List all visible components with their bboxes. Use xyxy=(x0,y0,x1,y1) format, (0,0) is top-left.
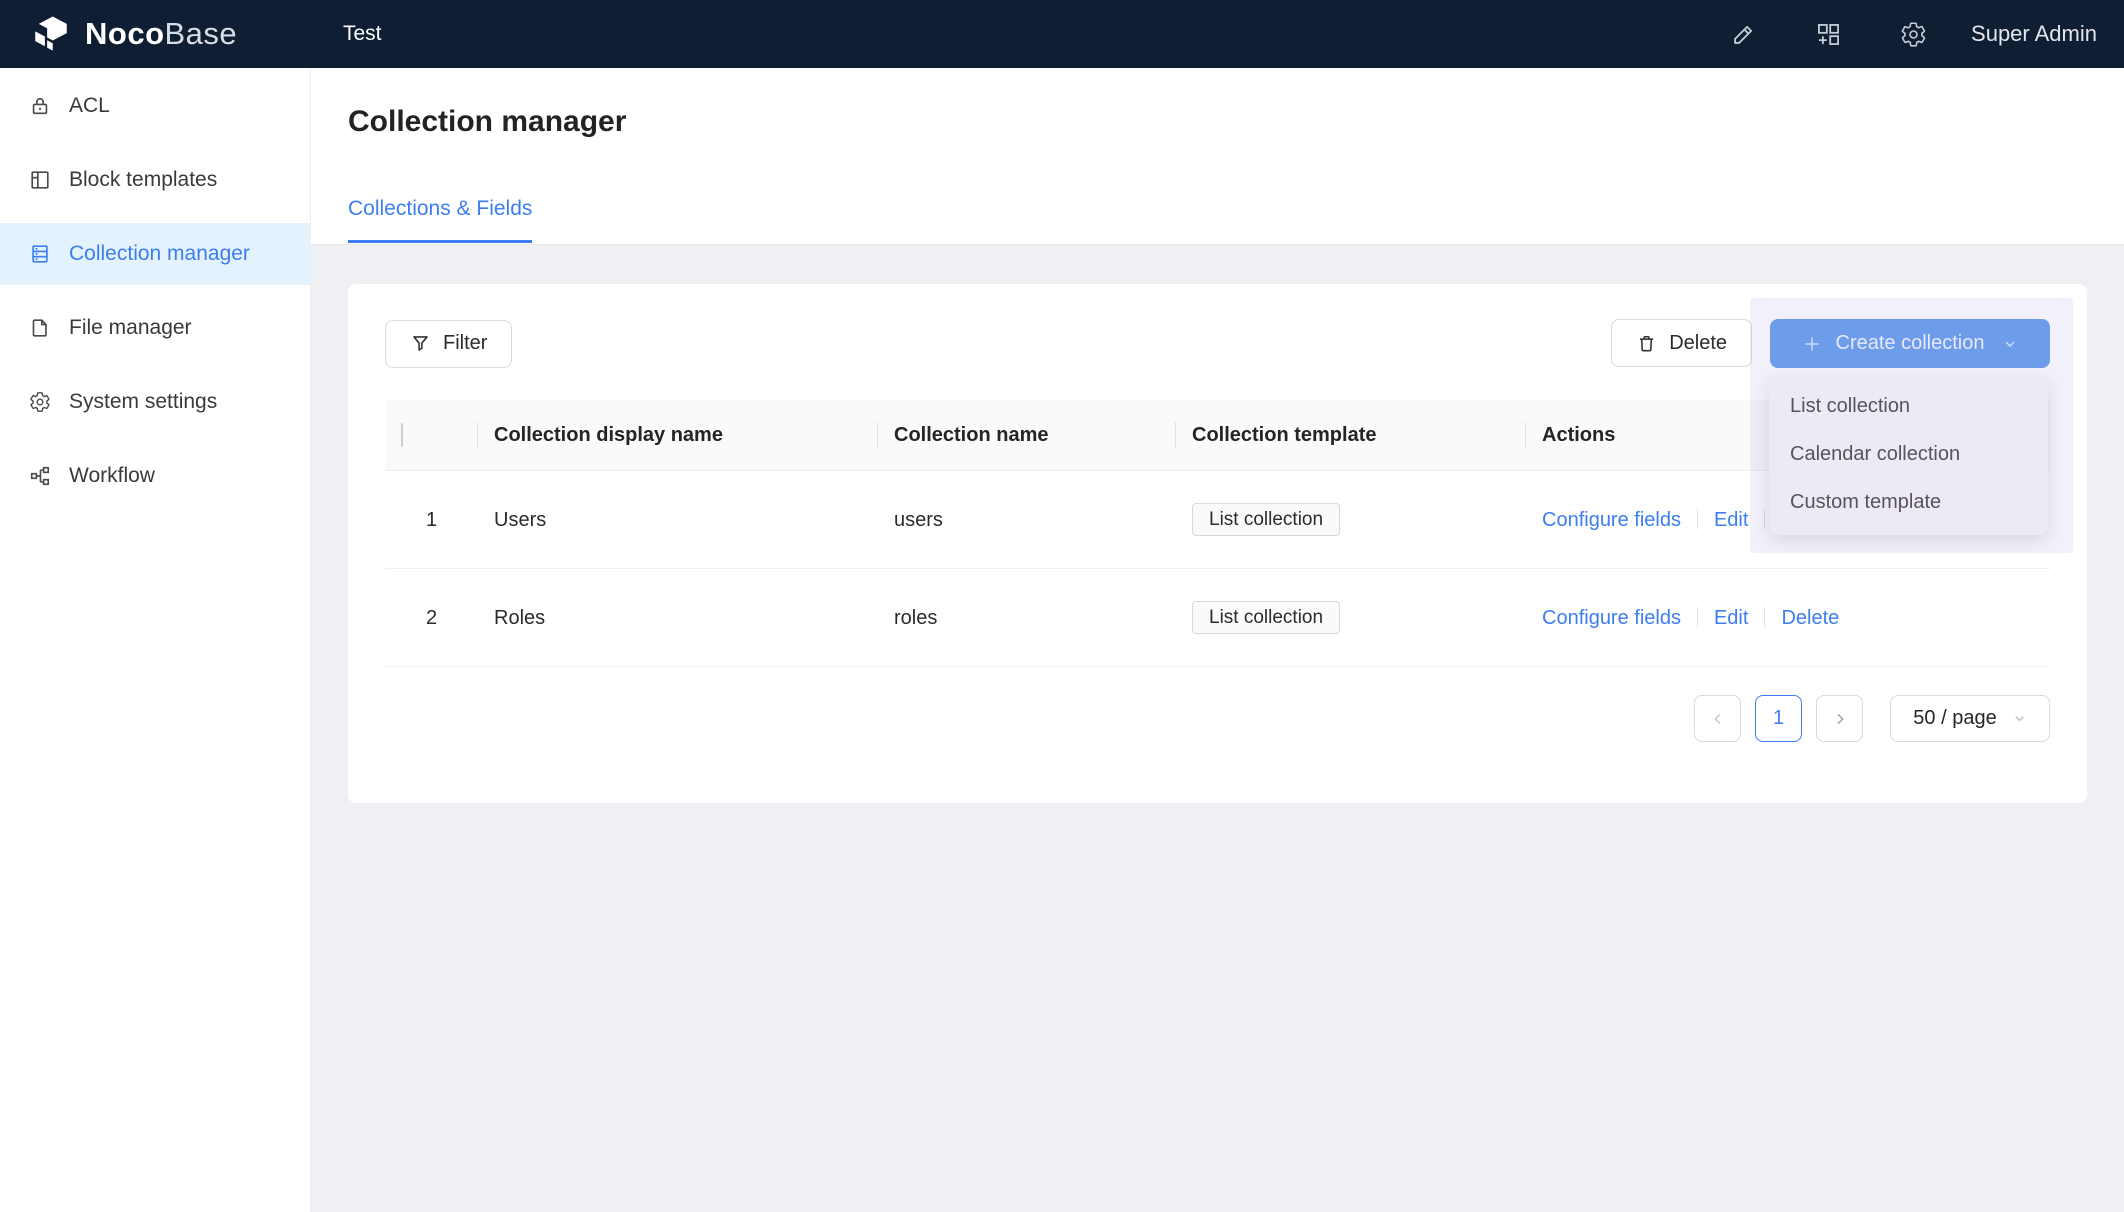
collections-card: Filter Delete xyxy=(348,284,2087,803)
sidebar-item-label: Workflow xyxy=(69,464,155,488)
chevron-down-icon xyxy=(2012,711,2027,726)
cell-template: List collection xyxy=(1176,569,1526,667)
logo-text: NocoBase xyxy=(85,16,237,52)
cell-name: roles xyxy=(878,569,1176,667)
template-tag: List collection xyxy=(1192,601,1340,634)
sidebar-item-block-templates[interactable]: Block templates xyxy=(0,149,310,211)
layout-icon xyxy=(29,169,51,191)
row-index[interactable]: 1 xyxy=(385,471,478,569)
col-template: Collection template xyxy=(1176,400,1526,471)
toolbar: Filter Delete xyxy=(385,319,2050,368)
logo-cube-icon xyxy=(30,13,72,55)
col-name: Collection name xyxy=(878,400,1176,471)
menu-item-calendar-collection[interactable]: Calendar collection xyxy=(1769,430,2048,478)
page-title: Collection manager xyxy=(348,104,2087,140)
partition-icon xyxy=(29,465,51,487)
plus-icon xyxy=(1802,334,1822,354)
header-nav: Test xyxy=(313,0,412,68)
configure-fields-link[interactable]: Configure fields xyxy=(1542,607,1681,629)
menu-item-list-collection[interactable]: List collection xyxy=(1769,382,2048,430)
gear-icon xyxy=(29,391,51,413)
page-number-1[interactable]: 1 xyxy=(1755,695,1802,742)
lock-icon xyxy=(29,95,51,117)
sidebar-item-label: Collection manager xyxy=(69,242,250,266)
sidebar-item-acl[interactable]: ACL xyxy=(0,75,310,137)
sidebar-item-label: File manager xyxy=(69,316,192,340)
cell-display-name: Users xyxy=(478,471,878,569)
cell-actions: Configure fields Edit Delete xyxy=(1526,569,2050,667)
prev-page-button[interactable] xyxy=(1694,695,1741,742)
toolbar-right: Delete Create collection xyxy=(1611,319,2050,368)
next-page-button[interactable] xyxy=(1816,695,1863,742)
create-collection-button[interactable]: Create collection xyxy=(1770,319,2050,368)
sidebar-item-collection-manager[interactable]: Collection manager xyxy=(0,223,310,285)
highlight-icon[interactable] xyxy=(1730,21,1757,48)
main-area: Collection manager Collections & Fields … xyxy=(311,68,2124,1212)
nav-item-test[interactable]: Test xyxy=(313,0,412,68)
configure-fields-link[interactable]: Configure fields xyxy=(1542,509,1681,531)
user-menu[interactable]: Super Admin xyxy=(1971,21,2097,47)
chevron-down-icon xyxy=(2002,336,2018,352)
database-icon xyxy=(29,243,51,265)
create-collection-menu: List collection Calendar collection Cust… xyxy=(1769,374,2048,535)
file-icon xyxy=(29,317,51,339)
sidebar: ACL Block templates Collection manager xyxy=(0,68,311,1212)
row-index[interactable]: 2 xyxy=(385,569,478,667)
menu-item-custom-template[interactable]: Custom template xyxy=(1769,478,2048,526)
cell-template: List collection xyxy=(1176,471,1526,569)
delete-link[interactable]: Delete xyxy=(1781,607,1839,629)
filter-button[interactable]: Filter xyxy=(385,320,512,368)
sidebar-item-system-settings[interactable]: System settings xyxy=(0,371,310,433)
edit-link[interactable]: Edit xyxy=(1714,509,1748,531)
pagination: 1 50 / page xyxy=(385,695,2050,742)
nocobase-logo[interactable]: NocoBase xyxy=(0,13,313,55)
page-size-select[interactable]: 50 / page xyxy=(1890,695,2050,742)
delete-button[interactable]: Delete xyxy=(1611,319,1752,367)
trash-icon xyxy=(1636,333,1657,354)
link-divider xyxy=(1764,509,1765,529)
edit-link[interactable]: Edit xyxy=(1714,607,1748,629)
select-all-header xyxy=(385,400,478,471)
sidebar-item-file-manager[interactable]: File manager xyxy=(0,297,310,359)
cell-name: users xyxy=(878,471,1176,569)
header-right: Super Admin xyxy=(1672,21,2124,48)
app-header: NocoBase Test Super Admin xyxy=(0,0,2124,68)
col-display-name: Collection display name xyxy=(478,400,878,471)
cell-display-name: Roles xyxy=(478,569,878,667)
tab-collections-and-fields[interactable]: Collections & Fields xyxy=(348,196,532,243)
select-all-checkbox[interactable] xyxy=(401,423,403,447)
gear-icon[interactable] xyxy=(1900,21,1927,48)
page-head: Collection manager Collections & Fields xyxy=(311,68,2124,245)
filter-icon xyxy=(410,333,431,354)
link-divider xyxy=(1697,607,1698,627)
sidebar-item-workflow[interactable]: Workflow xyxy=(0,445,310,507)
link-divider xyxy=(1764,607,1765,627)
table-row: 2 Roles roles List collection Configure … xyxy=(385,569,2050,667)
tabs-bar: Collections & Fields xyxy=(348,196,2087,243)
template-tag: List collection xyxy=(1192,503,1340,536)
link-divider xyxy=(1697,509,1698,529)
appstore-add-icon[interactable] xyxy=(1815,21,1842,48)
sidebar-item-label: ACL xyxy=(69,94,110,118)
sidebar-item-label: System settings xyxy=(69,390,217,414)
sidebar-item-label: Block templates xyxy=(69,168,217,192)
